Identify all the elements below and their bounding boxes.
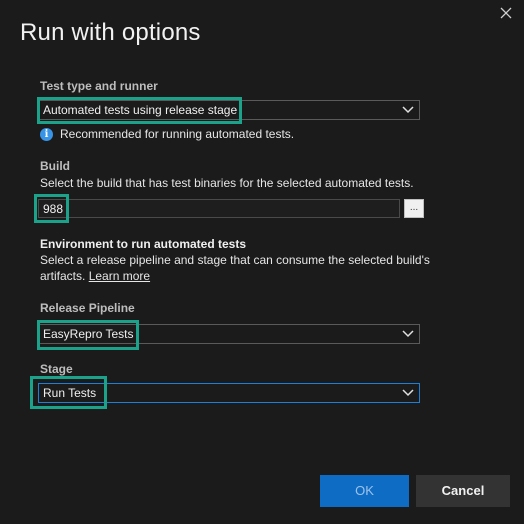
learn-more-link[interactable]: Learn more [89,269,150,283]
test-type-label: Test type and runner [40,79,158,93]
chevron-down-icon [402,106,414,114]
ok-button[interactable]: OK [320,475,409,507]
stage-label: Stage [40,362,73,376]
chevron-down-icon [402,330,414,338]
browse-build-button[interactable]: ... [404,199,424,218]
run-with-options-dialog: Run with options Test type and runner Au… [0,0,524,524]
dialog-title: Run with options [20,19,201,46]
release-pipeline-value: EasyRepro Tests [43,327,134,341]
chevron-down-icon [402,389,414,397]
release-pipeline-label: Release Pipeline [40,301,135,315]
test-type-select[interactable]: Automated tests using release stage [38,100,420,120]
environment-description-line2: artifacts. Learn more [40,268,150,284]
test-type-value: Automated tests using release stage [43,103,238,117]
test-type-info-text: Recommended for running automated tests. [60,127,295,141]
cancel-button[interactable]: Cancel [416,475,510,507]
environment-description-artifacts: artifacts. [40,269,86,283]
close-icon[interactable] [497,4,515,22]
build-label: Build [40,159,70,173]
environment-heading: Environment to run automated tests [40,237,247,251]
build-description: Select the build that has test binaries … [40,176,414,190]
build-input[interactable] [38,199,400,218]
environment-description-line1: Select a release pipeline and stage that… [40,253,430,267]
info-icon: i [40,128,53,141]
stage-select[interactable]: Run Tests [38,383,420,403]
stage-value: Run Tests [43,386,97,400]
release-pipeline-select[interactable]: EasyRepro Tests [38,324,420,344]
build-value: 988 [43,202,64,216]
